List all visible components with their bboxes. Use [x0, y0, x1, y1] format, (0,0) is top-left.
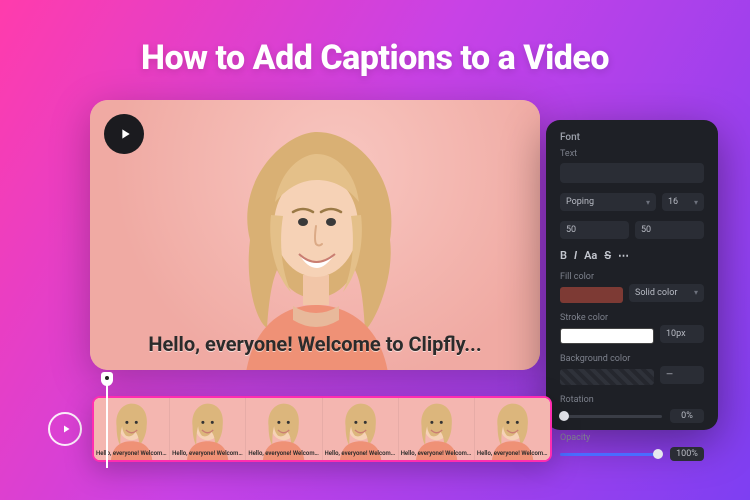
timeline-thumbnail[interactable]: Hello, everyone! Welcome to Clipfly...	[475, 398, 550, 460]
timeline-track[interactable]: Hello, everyone! Welcome to Clipfly... H…	[92, 396, 552, 462]
fill-mode-select[interactable]: Solid color ▾	[629, 284, 704, 302]
background-color-label: Background color	[560, 354, 704, 364]
video-caption: Hello, everyone! Welcome to Clipfly...	[90, 332, 540, 356]
value-b-input[interactable]: 50	[635, 221, 704, 239]
opacity-slider[interactable]	[560, 453, 662, 456]
chevron-down-icon: ▾	[694, 198, 698, 207]
video-preview[interactable]: Hello, everyone! Welcome to Clipfly...	[90, 100, 540, 370]
fill-color-swatch[interactable]	[560, 287, 623, 303]
slider-thumb[interactable]	[559, 411, 569, 421]
timeline-thumbnail[interactable]: Hello, everyone! Welcome to Clipfly...	[323, 398, 399, 460]
bold-button[interactable]: B	[560, 249, 567, 262]
play-badge[interactable]	[104, 114, 144, 154]
play-icon	[117, 126, 133, 142]
background-mode-select[interactable]: —	[660, 366, 704, 384]
more-tools-button[interactable]: ⋯	[618, 249, 629, 262]
text-field-label: Text	[560, 149, 704, 159]
font-size-select[interactable]: 16 ▾	[662, 193, 704, 211]
case-button[interactable]: Aa	[584, 249, 597, 262]
slider-thumb[interactable]	[653, 449, 663, 459]
timeline-play-button[interactable]	[48, 412, 82, 446]
playhead[interactable]	[106, 378, 108, 468]
play-icon	[60, 423, 72, 435]
thumbnail-caption: Hello, everyone! Welcome to Clipfly...	[401, 450, 472, 457]
timeline-thumbnail[interactable]: Hello, everyone! Welcome to Clipfly...	[246, 398, 322, 460]
timeline-thumbnail[interactable]: Hello, everyone! Welcome to Clipfly...	[170, 398, 246, 460]
font-section-label: Font	[560, 132, 704, 143]
caption-text-input[interactable]	[560, 163, 704, 183]
italic-button[interactable]: I	[574, 249, 577, 262]
stroke-color-swatch[interactable]	[560, 328, 654, 344]
page-title: How to Add Captions to a Video	[0, 38, 750, 78]
rotation-value: 0%	[670, 409, 704, 423]
background-color-swatch[interactable]	[560, 369, 654, 385]
rotation-slider[interactable]	[560, 415, 662, 418]
stroke-color-label: Stroke color	[560, 313, 704, 323]
caption-properties-panel: Font Text Poping ▾ 16 ▾ 50 50 B I Aa S ⋯	[546, 120, 718, 430]
opacity-value: 100%	[670, 447, 704, 461]
font-family-select[interactable]: Poping ▾	[560, 193, 656, 211]
opacity-label: Opacity	[560, 433, 704, 443]
thumbnail-caption: Hello, everyone! Welcome to Clipfly...	[172, 450, 243, 457]
font-size-value: 16	[668, 197, 678, 207]
thumbnail-caption: Hello, everyone! Welcome to Clipfly...	[325, 450, 396, 457]
thumbnail-caption: Hello, everyone! Welcome to Clipfly...	[248, 450, 319, 457]
thumbnail-caption: Hello, everyone! Welcome to Clipfly...	[477, 450, 548, 457]
fill-color-label: Fill color	[560, 272, 704, 282]
font-family-value: Poping	[566, 197, 594, 207]
chevron-down-icon: ▾	[694, 288, 698, 297]
chevron-down-icon: ▾	[646, 198, 650, 207]
value-a-input[interactable]: 50	[560, 221, 629, 239]
timeline-thumbnail[interactable]: Hello, everyone! Welcome to Clipfly...	[399, 398, 475, 460]
rotation-label: Rotation	[560, 395, 704, 405]
strike-button[interactable]: S	[604, 249, 611, 262]
stroke-width-select[interactable]: 10px	[660, 325, 704, 343]
